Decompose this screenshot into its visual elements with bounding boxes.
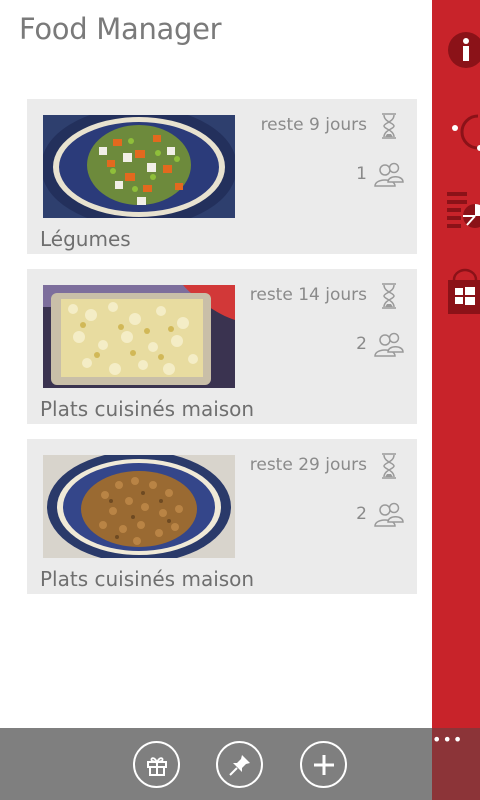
pin-button[interactable] (216, 741, 263, 788)
hourglass-icon (382, 453, 396, 479)
gift-icon (146, 756, 167, 776)
add-button[interactable] (300, 741, 347, 788)
food-list: reste 9 jours 1 Légumes reste 14 jours 2… (27, 99, 417, 609)
food-photo (43, 285, 235, 388)
food-item[interactable]: reste 9 jours 1 Légumes (27, 99, 417, 254)
days-left-label: reste 29 jours (249, 455, 367, 475)
days-left-label: reste 14 jours (249, 285, 367, 305)
side-panel[interactable] (432, 0, 480, 800)
more-options-button[interactable]: ••• (432, 728, 462, 752)
list-pie-icon[interactable] (447, 190, 480, 230)
gift-button[interactable] (133, 741, 180, 788)
days-left-label: reste 9 jours (260, 115, 367, 135)
food-item[interactable]: reste 14 jours 2 Plats cuisinés maison (27, 269, 417, 424)
people-count: 2 (356, 504, 367, 524)
add-icon (313, 754, 334, 775)
food-photo (43, 115, 235, 218)
store-icon[interactable] (448, 268, 480, 314)
food-category: Légumes (40, 227, 131, 251)
hourglass-icon (382, 283, 396, 309)
people-count: 1 (356, 164, 367, 184)
hourglass-icon (382, 113, 396, 139)
people-icon (374, 332, 404, 357)
people-icon (374, 162, 404, 187)
food-photo (43, 455, 235, 558)
food-category: Plats cuisinés maison (40, 567, 255, 591)
loading-ring-icon[interactable] (450, 112, 480, 152)
pin-icon (228, 754, 250, 776)
app-title: Food Manager (19, 12, 222, 46)
info-icon[interactable] (446, 30, 480, 70)
people-icon (374, 502, 404, 527)
food-category: Plats cuisinés maison (40, 397, 255, 421)
food-item[interactable]: reste 29 jours 2 Plats cuisinés maison (27, 439, 417, 594)
people-count: 2 (356, 334, 367, 354)
